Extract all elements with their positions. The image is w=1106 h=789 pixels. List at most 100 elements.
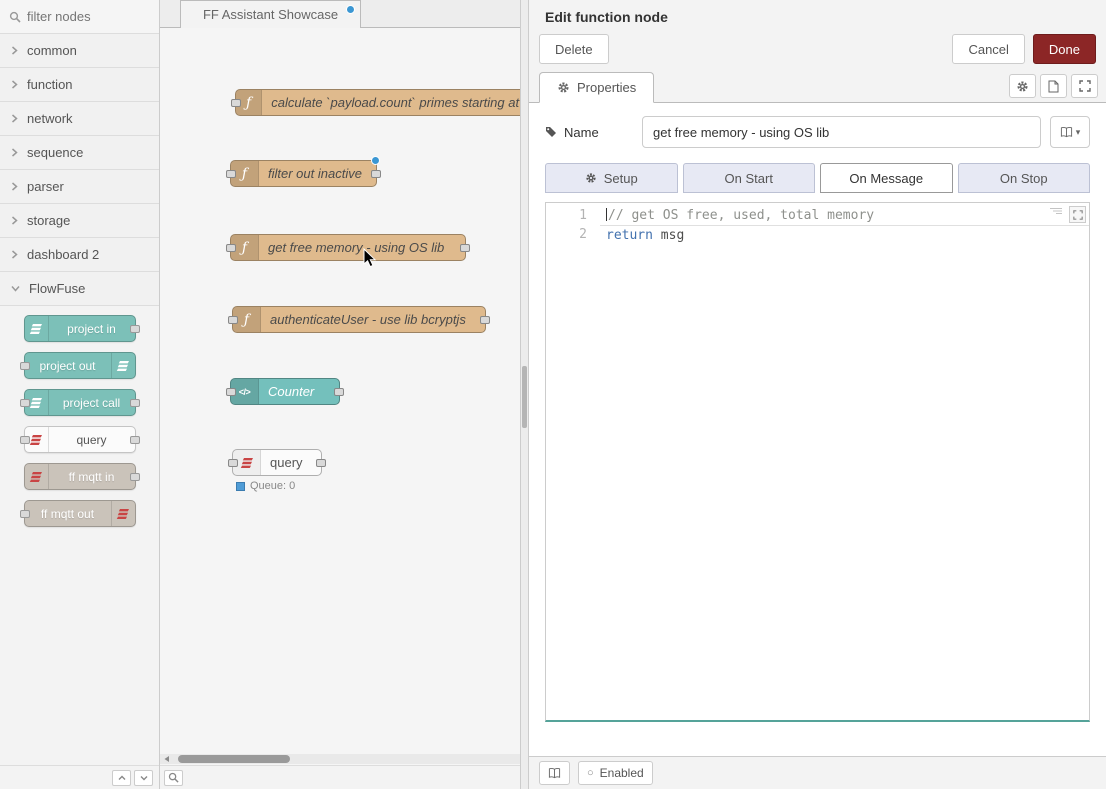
chevron-right-icon [11, 114, 18, 123]
palette-node-label: ff mqtt out [25, 507, 111, 521]
book-icon [1060, 126, 1073, 138]
flow-node-query[interactable]: query [232, 449, 322, 476]
flowfuse-icon [111, 353, 135, 378]
docs-button[interactable] [1040, 74, 1067, 98]
palette-search[interactable] [0, 0, 159, 34]
palette-node-project-call[interactable]: project call [24, 389, 136, 416]
palette-flowfuse-nodes: project in project out project call quer… [0, 306, 159, 533]
tab-on-start-label: On Start [725, 171, 773, 186]
flow-node-calculate-primes[interactable]: ƒ calculate `payload.count` primes start… [235, 89, 520, 116]
node-output-port[interactable] [480, 316, 490, 324]
palette-node-ff-mqtt-out[interactable]: ff mqtt out [24, 500, 136, 527]
category-label: function [27, 77, 73, 92]
node-input-port[interactable] [226, 388, 236, 396]
flow-node-counter[interactable]: </> Counter [230, 378, 340, 405]
magnifier-icon [168, 772, 179, 783]
cancel-button[interactable]: Cancel [952, 34, 1024, 64]
palette-node-label: project call [49, 396, 135, 410]
flow-area[interactable]: ƒ calculate `payload.count` primes start… [160, 28, 520, 765]
library-dropdown-button[interactable]: ▾ [1050, 116, 1090, 148]
tab-on-stop-label: On Stop [1000, 171, 1048, 186]
status-dot-icon [236, 482, 245, 491]
node-label: query [261, 455, 312, 470]
library-button[interactable] [539, 761, 570, 785]
canvas-footer [160, 765, 520, 789]
palette-node-label: query [49, 433, 135, 447]
node-label: Counter [259, 384, 323, 399]
node-input-port [20, 362, 30, 370]
line-number: 2 [546, 225, 587, 244]
palette-node-project-in[interactable]: project in [24, 315, 136, 342]
expand-all-button[interactable] [134, 770, 153, 786]
node-output-port[interactable] [371, 170, 381, 178]
code-editor[interactable]: 1 2 // get OS free, used, total memory r… [545, 202, 1090, 722]
flow-node-authenticate-user[interactable]: ƒ authenticateUser - use lib bcryptjs [232, 306, 486, 333]
node-input-port [20, 399, 30, 407]
book-icon [548, 767, 561, 779]
edit-panel-toolbar: Delete Cancel Done [529, 28, 1106, 72]
node-output-port[interactable] [334, 388, 344, 396]
search-icon [9, 11, 21, 23]
workspace-tab[interactable]: FF Assistant Showcase [180, 0, 361, 28]
code-token: msg [653, 228, 684, 243]
flow-node-filter-out-inactive[interactable]: ƒ filter out inactive [230, 160, 377, 187]
palette-category-dashboard2[interactable]: dashboard 2 [0, 238, 159, 272]
palette-category-flowfuse[interactable]: FlowFuse [0, 272, 159, 306]
palette-category-common[interactable]: common [0, 34, 159, 68]
category-label: parser [27, 179, 64, 194]
circle-toggle-icon: ○ [587, 767, 594, 779]
search-input[interactable] [27, 9, 145, 24]
done-button[interactable]: Done [1033, 34, 1096, 64]
collapse-all-button[interactable] [112, 770, 131, 786]
palette-category-parser[interactable]: parser [0, 170, 159, 204]
tab-changed-indicator [346, 5, 355, 14]
node-input-port[interactable] [226, 170, 236, 178]
palette-node-ff-mqtt-in[interactable]: ff mqtt in [24, 463, 136, 490]
name-input[interactable] [642, 116, 1041, 148]
node-label: filter out inactive [259, 166, 371, 181]
node-output-port [130, 473, 140, 481]
palette-category-sequence[interactable]: sequence [0, 136, 159, 170]
flow-node-get-free-memory[interactable]: ƒ get free memory - using OS lib [230, 234, 466, 261]
tab-properties[interactable]: Properties [539, 72, 654, 103]
editor-code-area[interactable]: // get OS free, used, total memory retur… [600, 203, 1089, 720]
chevron-up-icon [118, 775, 126, 781]
node-input-port[interactable] [228, 316, 238, 324]
palette-node-project-out[interactable]: project out [24, 352, 136, 379]
vertical-scrollbar-thumb[interactable] [522, 366, 527, 428]
tab-on-start[interactable]: On Start [683, 163, 816, 193]
node-input-port[interactable] [231, 99, 241, 107]
palette-category-function[interactable]: function [0, 68, 159, 102]
category-label: sequence [27, 145, 83, 160]
tab-properties-label: Properties [577, 80, 636, 95]
code-line: return msg [600, 226, 1089, 245]
canvas-vertical-scrollbar[interactable] [520, 0, 529, 789]
node-input-port[interactable] [226, 244, 236, 252]
tab-on-stop[interactable]: On Stop [958, 163, 1091, 193]
delete-button[interactable]: Delete [539, 34, 609, 64]
expand-editor-button[interactable] [1069, 206, 1086, 223]
palette-node-label: ff mqtt in [49, 470, 135, 484]
palette-category-network[interactable]: network [0, 102, 159, 136]
workspace-canvas[interactable]: FF Assistant Showcase ƒ calculate `paylo… [160, 0, 520, 789]
palette-node-query[interactable]: query [24, 426, 136, 453]
node-input-port[interactable] [228, 459, 238, 467]
node-output-port[interactable] [460, 244, 470, 252]
node-palette: common function network sequence parser … [0, 0, 160, 789]
palette-category-storage[interactable]: storage [0, 204, 159, 238]
edit-node-panel: Edit function node Delete Cancel Done Pr… [529, 0, 1106, 789]
gear-icon [1016, 80, 1029, 93]
zoom-search-button[interactable] [164, 770, 183, 786]
document-icon [1048, 80, 1059, 93]
scrollbar-thumb[interactable] [178, 755, 290, 763]
enabled-toggle-button[interactable]: ○ Enabled [578, 761, 653, 785]
status-text: Queue: 0 [250, 480, 295, 492]
node-output-port[interactable] [316, 459, 326, 467]
line-number: 1 [546, 206, 587, 225]
expand-panel-button[interactable] [1071, 74, 1098, 98]
settings-button[interactable] [1009, 74, 1036, 98]
scroll-left-arrow-icon[interactable] [163, 755, 170, 763]
tab-on-message[interactable]: On Message [820, 163, 953, 193]
tab-setup[interactable]: Setup [545, 163, 678, 193]
horizontal-scrollbar[interactable] [160, 754, 520, 764]
